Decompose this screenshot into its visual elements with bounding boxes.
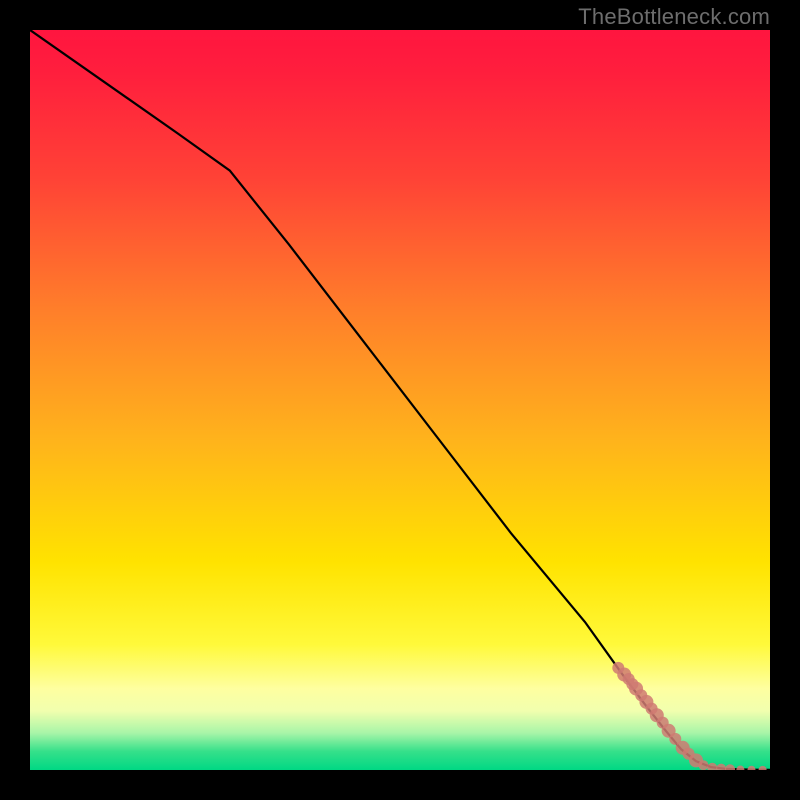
- attribution-text: TheBottleneck.com: [578, 4, 770, 30]
- marker-dot: [748, 766, 756, 770]
- marker-dot: [725, 764, 735, 770]
- marker-dot: [698, 760, 708, 770]
- marker-dot: [707, 763, 717, 770]
- chart-svg: [30, 30, 770, 770]
- chart-frame: TheBottleneck.com: [0, 0, 800, 800]
- marker-dot: [736, 766, 744, 770]
- bottleneck-curve: [30, 30, 770, 770]
- marker-dot: [716, 764, 726, 770]
- plot-area: [30, 30, 770, 770]
- marker-dot: [759, 766, 767, 770]
